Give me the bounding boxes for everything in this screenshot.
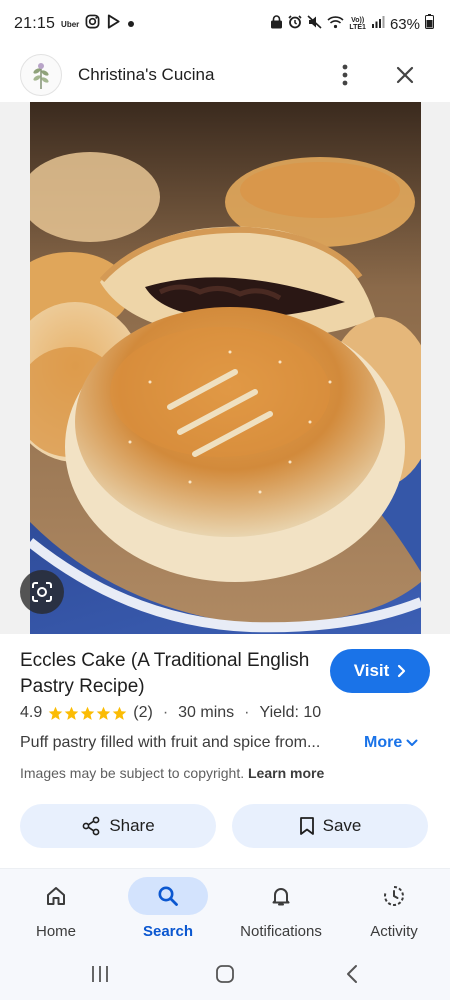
site-name[interactable]: Christina's Cucina	[78, 65, 214, 85]
lens-icon	[32, 582, 52, 602]
rating-value: 4.9	[20, 704, 43, 721]
search-icon	[158, 886, 178, 906]
star-icon	[113, 706, 127, 720]
back-arrow-icon	[347, 965, 357, 983]
nav-home-label: Home	[35, 923, 76, 940]
review-count: (2)	[133, 704, 153, 721]
snippet-row: Puff pastry filled with fruit and spice …	[20, 734, 432, 752]
battery-percent: 63%	[389, 15, 420, 33]
home-system-button[interactable]	[205, 956, 245, 992]
nav-search-label: Search	[142, 923, 194, 940]
nav-notifications-pill	[249, 877, 313, 915]
instagram-icon	[85, 14, 100, 34]
nav-home[interactable]: Home	[0, 869, 112, 949]
bottom-navigation: Home Search Notifications Activity	[0, 868, 450, 948]
result-title[interactable]: Eccles Cake (A Traditional English Pastr…	[20, 648, 320, 700]
lte-indicator: Vo)) LTE1	[349, 17, 366, 31]
status-bar: 21:15 Uber Vo)) LTE1 63%	[0, 0, 450, 48]
separator-dot: ·	[162, 704, 169, 721]
recipe-yield: Yield: 10	[259, 704, 322, 721]
more-options-button[interactable]	[332, 56, 358, 94]
star-icon	[49, 706, 63, 720]
google-lens-button[interactable]	[20, 570, 64, 614]
lte-top-label: Vo))	[351, 17, 365, 24]
nav-activity[interactable]: Activity	[338, 869, 450, 949]
copyright-text: Images may be subject to copyright.	[20, 765, 245, 781]
star-rating	[48, 706, 127, 721]
play-store-icon	[106, 14, 121, 34]
bookmark-icon	[299, 817, 314, 835]
close-icon	[396, 66, 414, 84]
nav-notifications-label: Notifications	[240, 923, 322, 940]
battery-icon	[425, 14, 434, 34]
nav-notifications[interactable]: Notifications	[225, 869, 337, 949]
star-icon	[81, 706, 95, 720]
nav-activity-pill	[362, 877, 426, 915]
recent-apps-icon	[92, 966, 108, 982]
share-label: Share	[109, 816, 155, 835]
share-icon	[82, 816, 100, 836]
activity-icon	[384, 886, 404, 906]
herb-logo-icon	[33, 63, 49, 89]
uber-notification-icon: Uber	[61, 19, 80, 29]
close-button[interactable]	[390, 56, 420, 94]
nav-home-pill	[24, 877, 88, 915]
copyright-notice: Images may be subject to copyright. Lear…	[20, 765, 324, 781]
star-icon	[65, 706, 79, 720]
learn-more-link[interactable]: Learn more	[248, 765, 324, 781]
chevron-down-icon	[406, 739, 418, 746]
chevron-right-icon	[398, 664, 406, 678]
alarm-icon	[288, 14, 302, 34]
save-button[interactable]: Save	[232, 804, 428, 848]
site-logo[interactable]	[20, 54, 62, 96]
star-icon	[97, 706, 111, 720]
nav-search[interactable]: Search	[112, 869, 224, 949]
more-label: More	[364, 734, 403, 751]
nav-search-pill	[128, 877, 208, 915]
separator-dot: ·	[244, 704, 250, 721]
image-viewer	[0, 102, 450, 634]
visit-label: Visit	[353, 661, 390, 680]
recipe-photo[interactable]	[30, 102, 421, 634]
visit-button[interactable]: Visit	[330, 649, 430, 693]
more-button[interactable]: More	[364, 734, 418, 752]
eccles-cake-image	[30, 102, 421, 634]
mute-icon	[307, 14, 322, 34]
wifi-icon	[327, 15, 344, 34]
lock-icon	[270, 14, 283, 34]
signal-icon	[371, 15, 385, 33]
recipe-snippet: Puff pastry filled with fruit and spice …	[20, 734, 321, 751]
nav-activity-label: Activity	[370, 923, 418, 940]
more-vert-icon	[342, 64, 348, 86]
status-time: 21:15	[14, 15, 56, 32]
home-icon	[47, 887, 65, 905]
recipe-meta: 4.9 (2) · 30 mins · Yield: 10	[20, 704, 321, 722]
back-button[interactable]	[332, 956, 372, 992]
notification-dot-icon	[127, 15, 135, 33]
recent-apps-button[interactable]	[80, 956, 120, 992]
save-label: Save	[322, 816, 362, 835]
system-navigation-bar	[0, 948, 450, 1000]
cook-time: 30 mins	[178, 704, 235, 721]
share-button[interactable]: Share	[20, 804, 216, 848]
page-header: Christina's Cucina	[0, 48, 450, 102]
home-square-icon	[216, 965, 234, 983]
lte-bottom-label: LTE1	[349, 24, 366, 31]
bell-icon	[272, 888, 290, 906]
